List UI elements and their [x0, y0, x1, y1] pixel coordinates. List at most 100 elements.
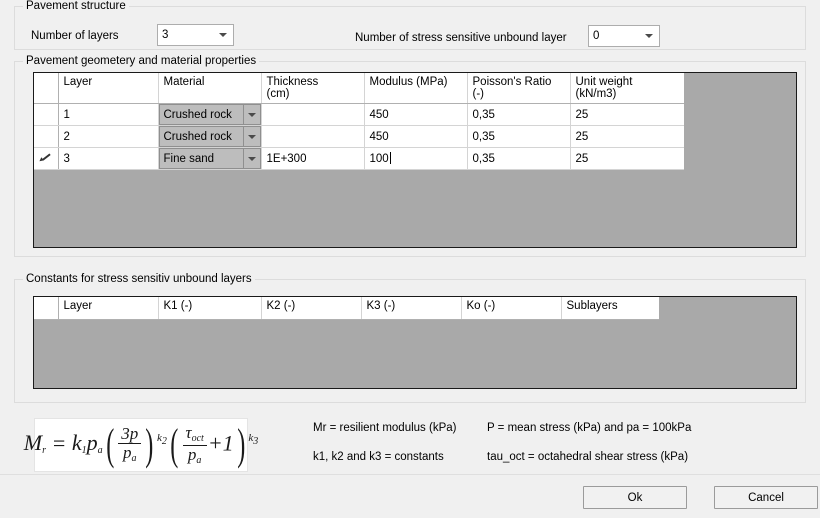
formula-paren-close-1: )	[145, 420, 154, 470]
geometry-grid[interactable]: Layer Material Thickness (cm) Modulus (M…	[33, 72, 797, 248]
table-row[interactable]: 1 Crushed rock 450 0,35 25	[34, 103, 684, 126]
legend-mr-definition: Mr = resilient modulus (kPa)	[313, 422, 457, 434]
cell-modulus-value: 100	[369, 152, 389, 165]
constants-header-row: Layer K1 (-) K2 (-) K3 (-) Ko (-) Sublay…	[34, 297, 659, 320]
resilient-modulus-formula: Mr = k1pa( 3p pa ) k2( τoct pa +1) k3	[24, 418, 258, 472]
geometry-group-title: Pavement geometery and material properti…	[23, 54, 260, 68]
chevron-down-icon	[215, 33, 231, 37]
material-dropdown[interactable]: Crushed rock	[158, 126, 260, 147]
cell-poisson[interactable]: 0,35	[467, 125, 571, 148]
geometry-col-marker	[34, 73, 59, 104]
chevron-down-icon	[641, 34, 657, 38]
formula-frac-1-num: 3p	[121, 423, 139, 443]
formula-mr: Mr	[23, 430, 47, 457]
geometry-col-layer[interactable]: Layer	[58, 73, 159, 104]
constants-grid[interactable]: Layer K1 (-) K2 (-) K3 (-) Ko (-) Sublay…	[33, 296, 797, 389]
geometry-col-thickness-line1: Thickness	[266, 76, 319, 88]
geometry-header-row: Layer Material Thickness (cm) Modulus (M…	[34, 73, 684, 104]
constants-col-k3[interactable]: K3 (-)	[361, 297, 462, 320]
dialog-footer: Ok Cancel	[0, 474, 820, 518]
formula-math: Mr = k1pa( 3p pa ) k2( τoct pa +1) k3	[23, 420, 259, 470]
row-marker-cell[interactable]	[34, 125, 59, 148]
table-row[interactable]: 3 Fine sand 1E+300 100 0,35 25	[34, 147, 684, 170]
cell-poisson[interactable]: 0,35	[467, 147, 571, 170]
cell-thickness[interactable]	[261, 103, 365, 126]
row-marker-cell[interactable]	[34, 147, 59, 170]
formula-equals: =	[51, 430, 67, 456]
formula-paren-close-2: )	[236, 420, 246, 470]
formula-exponent-k2: k2	[156, 432, 167, 448]
geometry-col-thickness-line2: (cm)	[266, 88, 290, 100]
formula-pa: pa	[86, 430, 103, 457]
material-value: Crushed rock	[159, 127, 243, 146]
row-marker-cell[interactable]	[34, 103, 59, 126]
constants-col-k1[interactable]: K1 (-)	[158, 297, 262, 320]
formula-exponent-k3: k3	[248, 432, 259, 448]
constants-col-k2[interactable]: K2 (-)	[261, 297, 362, 320]
formula-frac-2-den: pa	[182, 444, 207, 467]
pavement-structure-group-title: Pavement structure	[23, 0, 129, 13]
cell-material[interactable]: Crushed rock	[158, 103, 262, 126]
cell-unit-weight[interactable]: 25	[570, 125, 684, 148]
cell-unit-weight[interactable]: 25	[570, 103, 684, 126]
formula-frac-1-den: pa	[118, 443, 142, 465]
table-row[interactable]: 2 Crushed rock 450 0,35 25	[34, 125, 684, 148]
material-dropdown[interactable]: Fine sand	[158, 148, 260, 169]
cell-material[interactable]: Fine sand	[158, 147, 262, 170]
legend-mean-stress-definition: P = mean stress (kPa) and pa = 100kPa	[487, 422, 692, 434]
cell-layer[interactable]: 2	[58, 125, 159, 148]
text-caret	[389, 151, 391, 164]
formula-paren-open-1: (	[105, 420, 114, 470]
constants-col-ko[interactable]: Ko (-)	[461, 297, 562, 320]
stress-sensitive-layer-dropdown[interactable]: 0	[588, 25, 660, 47]
geometry-col-poisson[interactable]: Poisson's Ratio (-)	[467, 73, 571, 104]
constants-group-title: Constants for stress sensitiv unbound la…	[23, 272, 255, 286]
constants-col-marker	[34, 297, 59, 320]
formula-plus-one: +1	[207, 430, 234, 456]
chevron-down-icon[interactable]	[242, 105, 260, 124]
chevron-down-icon[interactable]	[242, 149, 260, 168]
legend-tau-oct-definition: tau_oct = octahedral shear stress (kPa)	[487, 451, 689, 463]
pavement-structure-dialog: Pavement structure Number of layers 3 Nu…	[0, 0, 820, 518]
geometry-col-unit-weight-line2: (kN/m3)	[575, 88, 617, 100]
cell-modulus[interactable]: 450	[364, 103, 468, 126]
formula-frac-2-num: τoct	[185, 422, 204, 444]
constants-col-layer[interactable]: Layer	[58, 297, 159, 320]
cell-poisson[interactable]: 0,35	[467, 103, 571, 126]
legend-constants-definition: k1, k2 and k3 = constants	[313, 451, 444, 463]
geometry-col-unit-weight[interactable]: Unit weight (kN/m3)	[570, 73, 684, 104]
geometry-col-modulus[interactable]: Modulus (MPa)	[364, 73, 468, 104]
number-of-layers-label: Number of layers	[31, 30, 119, 42]
geometry-col-material[interactable]: Material	[158, 73, 262, 104]
geometry-col-material-line1: Material	[163, 76, 205, 88]
cell-layer[interactable]: 1	[58, 103, 159, 126]
geometry-col-modulus-line1: Modulus (MPa)	[369, 76, 448, 88]
pencil-icon	[37, 152, 53, 163]
formula-frac-2: τoct pa	[182, 422, 207, 467]
cell-unit-weight[interactable]: 25	[570, 147, 684, 170]
ok-button[interactable]: Ok	[583, 486, 687, 509]
cell-modulus-editing[interactable]: 100	[364, 147, 468, 170]
stress-sensitive-layer-label: Number of stress sensitive unbound layer	[355, 32, 567, 44]
geometry-col-unit-weight-line1: Unit weight	[575, 76, 633, 88]
geometry-col-thickness[interactable]: Thickness (cm)	[261, 73, 365, 104]
cell-thickness[interactable]	[261, 125, 365, 148]
geometry-col-poisson-line1: Poisson's Ratio (-)	[472, 76, 552, 100]
constants-table: Layer K1 (-) K2 (-) K3 (-) Ko (-) Sublay…	[34, 297, 659, 320]
material-dropdown[interactable]: Crushed rock	[158, 104, 260, 125]
constants-col-sublayers[interactable]: Sublayers	[561, 297, 659, 320]
geometry-table: Layer Material Thickness (cm) Modulus (M…	[34, 73, 684, 170]
cell-material[interactable]: Crushed rock	[158, 125, 262, 148]
geometry-col-layer-line1: Layer	[63, 76, 93, 88]
number-of-layers-dropdown[interactable]: 3	[157, 24, 234, 46]
cell-modulus[interactable]: 450	[364, 125, 468, 148]
number-of-layers-value: 3	[162, 29, 169, 41]
material-value: Fine sand	[159, 149, 243, 168]
cell-thickness[interactable]: 1E+300	[261, 147, 365, 170]
chevron-down-icon[interactable]	[242, 127, 260, 146]
cancel-button[interactable]: Cancel	[714, 486, 818, 509]
formula-paren-open-2: (	[170, 420, 179, 470]
stress-sensitive-layer-value: 0	[593, 30, 600, 42]
formula-k1: k1	[71, 430, 87, 457]
cell-layer[interactable]: 3	[58, 147, 159, 170]
